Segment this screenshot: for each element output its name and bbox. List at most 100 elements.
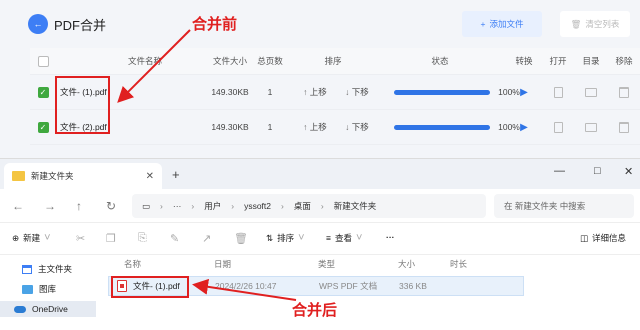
- paste-icon[interactable]: ⎘: [138, 232, 147, 245]
- convert-button[interactable]: ▶: [512, 75, 536, 109]
- maximize-button[interactable]: □: [594, 165, 601, 177]
- remove-button[interactable]: [612, 110, 636, 144]
- details-button[interactable]: ◫ 详细信息: [580, 232, 626, 244]
- rename-icon[interactable]: ✎: [170, 232, 179, 245]
- nav-item-label: OneDrive: [32, 304, 68, 314]
- breadcrumb-item[interactable]: 桌面: [294, 200, 311, 212]
- more-options-button[interactable]: ···: [386, 232, 395, 242]
- file-type: WPS PDF 文档: [319, 281, 378, 291]
- col-pages: 总页数: [257, 56, 283, 66]
- nav-item-onedrive[interactable]: OneDrive: [0, 301, 96, 317]
- col-open: 打开: [549, 56, 567, 66]
- search-input[interactable]: 在 新建文件夹 中搜索: [494, 194, 634, 218]
- page-count: 1: [267, 87, 273, 97]
- add-file-button[interactable]: + 添加文件: [462, 11, 542, 37]
- col-header-size[interactable]: 大小: [398, 255, 415, 273]
- navigation-pane: 主文件夹 图库 OneDrive: [0, 255, 96, 330]
- status-cell: 100%: [380, 75, 534, 109]
- col-status: 状态: [431, 56, 449, 66]
- play-icon: ▶: [520, 86, 528, 98]
- move-down-button[interactable]: ↓ 下移: [338, 110, 376, 144]
- move-down-button[interactable]: ↓ 下移: [338, 75, 376, 109]
- before-highlight-box: [55, 76, 110, 134]
- nav-item-label: 图库: [39, 284, 57, 294]
- breadcrumb-item[interactable]: yssoft2: [244, 201, 271, 211]
- file-date: 2024/2/26 10:47: [215, 281, 277, 291]
- cloud-icon: [14, 305, 26, 313]
- row-checkbox[interactable]: ✓: [30, 110, 56, 144]
- move-up-label: 上移: [309, 87, 327, 97]
- forward-arrow-icon[interactable]: →: [44, 199, 56, 213]
- table-header: 文件名称 文件大小 总页数 排序 状态 转换 打开 目录 移除: [30, 48, 640, 75]
- play-icon: ▶: [520, 121, 528, 133]
- clear-list-label: 清空列表: [585, 19, 620, 29]
- col-convert: 转换: [515, 56, 533, 66]
- nav-item-gallery[interactable]: 图库: [22, 283, 56, 295]
- trash-icon: 🗑: [570, 18, 582, 29]
- new-tab-button[interactable]: +: [172, 167, 180, 182]
- page-count: 1: [267, 122, 273, 132]
- move-up-button[interactable]: ↑ 上移: [296, 75, 334, 109]
- row-checkbox[interactable]: ✓: [30, 75, 56, 109]
- tab-new-folder[interactable]: 新建文件夹 ✕: [4, 163, 162, 189]
- move-down-label: 下移: [351, 87, 369, 97]
- open-folder-button[interactable]: [579, 110, 603, 144]
- open-folder-button[interactable]: [579, 75, 603, 109]
- copy-icon[interactable]: ❐: [106, 232, 116, 245]
- app-header: ← PDF合并 + 添加文件 🗑 清空列表: [0, 0, 640, 48]
- close-icon[interactable]: ✕: [146, 171, 154, 182]
- progress-bar: [394, 89, 491, 95]
- view-button[interactable]: ≡ 查看 ˅: [326, 232, 362, 244]
- chevron-down-icon: ˅: [355, 232, 363, 244]
- breadcrumb-item[interactable]: 新建文件夹: [334, 200, 377, 212]
- up-arrow-icon[interactable]: ↑: [76, 199, 82, 213]
- col-header-name[interactable]: 名称: [124, 255, 141, 273]
- details-label: 详细信息: [592, 233, 627, 243]
- progress-fill: [394, 89, 491, 95]
- tab-bar: 新建文件夹 ✕ + — □ ✕: [0, 159, 640, 189]
- move-up-button[interactable]: ↑ 上移: [296, 110, 334, 144]
- minimize-button[interactable]: —: [554, 165, 565, 177]
- convert-button[interactable]: ▶: [512, 110, 536, 144]
- cut-icon[interactable]: ✂: [76, 232, 85, 245]
- open-button[interactable]: [546, 110, 570, 144]
- arrow-left-icon: ←: [33, 19, 43, 29]
- file-size: 336 KB: [399, 281, 427, 291]
- sort-button[interactable]: ⇅ 排序 ˅: [266, 232, 305, 244]
- remove-button[interactable]: [612, 75, 636, 109]
- status-cell: 100%: [380, 110, 534, 144]
- open-button[interactable]: [546, 75, 570, 109]
- new-button[interactable]: ⊕ 新建 ˅: [12, 232, 51, 244]
- col-header-date[interactable]: 日期: [214, 255, 231, 273]
- breadcrumb[interactable]: ▭ › ··· › 用户 › yssoft2 › 桌面 › 新建文件夹: [132, 194, 486, 218]
- arrow-up-icon: ↑: [303, 122, 308, 132]
- sort-label: 排序: [277, 233, 295, 243]
- close-window-button[interactable]: ✕: [624, 165, 633, 178]
- chevron-right-icon: ›: [191, 201, 195, 211]
- chevron-right-icon: ›: [320, 201, 324, 211]
- folder-icon: [12, 171, 25, 181]
- table-row: ✓ 文件- (1).pdf 149.30KB 1 ↑ 上移 ↓ 下移 100% …: [30, 75, 640, 110]
- view-label: 查看: [334, 233, 352, 243]
- back-button[interactable]: ←: [28, 14, 48, 34]
- arrow-up-icon: ↑: [303, 87, 308, 97]
- col-header-duration[interactable]: 时长: [450, 255, 467, 273]
- refresh-icon[interactable]: ↻: [106, 199, 116, 213]
- before-annotation: 合并前: [192, 16, 238, 33]
- share-icon[interactable]: ↗: [202, 232, 211, 245]
- col-header-type[interactable]: 类型: [318, 255, 335, 273]
- delete-icon: [619, 121, 629, 133]
- select-all-checkbox[interactable]: [30, 48, 56, 74]
- delete-icon: [619, 86, 629, 98]
- nav-item-home[interactable]: 主文件夹: [22, 263, 72, 275]
- add-file-label: 添加文件: [489, 19, 524, 29]
- delete-icon[interactable]: 🗑: [234, 232, 248, 245]
- breadcrumb-item[interactable]: 用户: [204, 200, 221, 212]
- chevron-right-icon: ›: [231, 201, 235, 211]
- move-up-label: 上移: [309, 122, 327, 132]
- back-arrow-icon[interactable]: ←: [12, 199, 24, 213]
- page-title: PDF合并: [54, 18, 107, 33]
- clear-list-button[interactable]: 🗑 清空列表: [560, 11, 630, 37]
- progress-fill: [394, 124, 491, 130]
- details-pane-icon: ◫: [580, 232, 589, 243]
